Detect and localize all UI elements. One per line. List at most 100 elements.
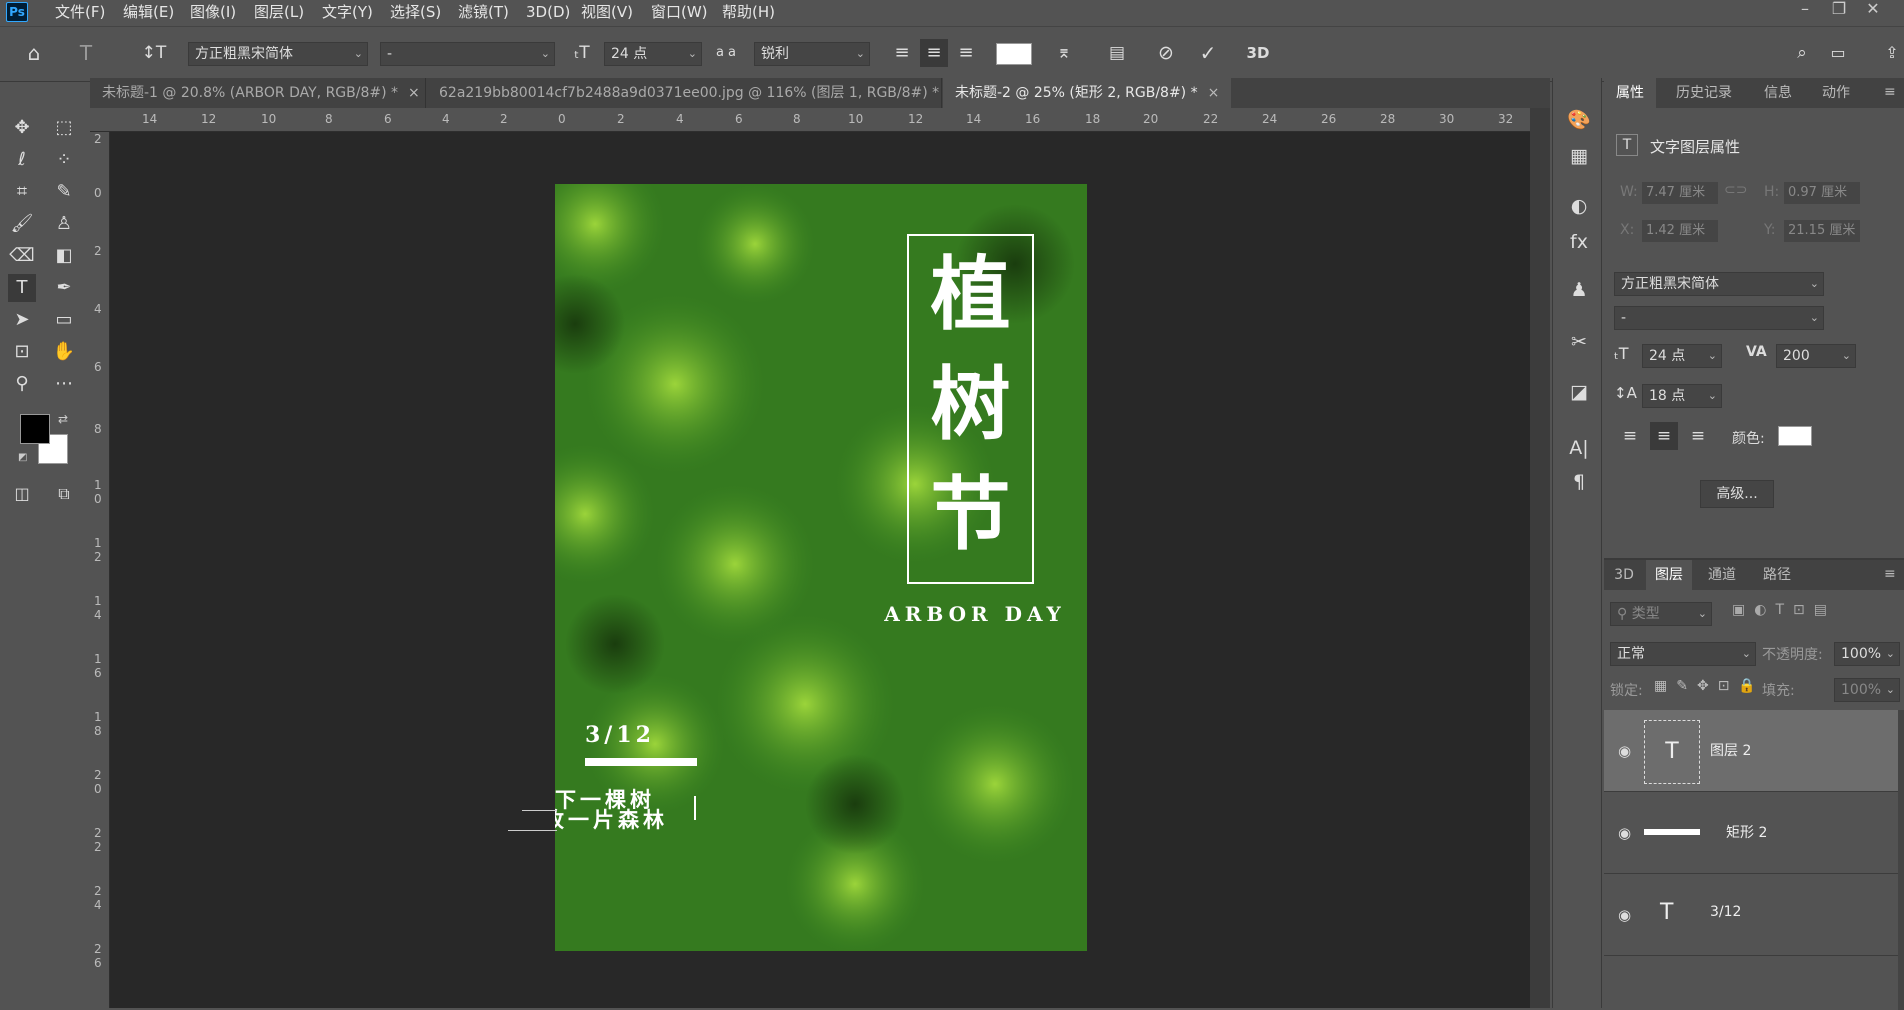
menu-window[interactable]: 窗口(W) [651,0,708,26]
menu-image[interactable]: 图像(I) [190,0,236,26]
lasso-tool-icon[interactable]: ℓ [8,146,36,174]
panel-menu-icon[interactable]: ≡ [1884,566,1896,582]
character-panel-icon[interactable]: ▤ [1103,39,1131,67]
h-field[interactable]: 0.97 厘米 [1784,182,1860,204]
home-icon[interactable]: ⌂ [20,39,48,67]
align-right-icon[interactable]: ≡ [1684,422,1712,450]
align-center-icon[interactable]: ≡ [1650,422,1678,450]
layer-name[interactable]: 矩形 2 [1726,822,1767,842]
tracking-dropdown[interactable]: 200 ⌄ [1776,344,1856,368]
layer-name[interactable]: 3/12 [1710,904,1741,920]
lock-icons[interactable]: ▦✎✥⊡🔒 [1654,678,1765,694]
styles-panel-icon[interactable]: fx [1565,228,1593,256]
clone-source-icon[interactable]: ♟ [1565,276,1593,304]
menu-filter[interactable]: 滤镜(T) [458,0,509,26]
panel-menu-icon[interactable]: ≡ [1884,84,1896,100]
path-select-tool-icon[interactable]: ➤ [8,306,36,334]
zoom-tool-icon[interactable]: ⚲ [8,370,36,398]
screen-mode-icon[interactable]: ⧉ [50,480,78,508]
paragraph-panel-icon[interactable]: ¶ [1565,468,1593,496]
link-icon[interactable]: ⊂⊃ [1724,182,1747,198]
menu-3d[interactable]: 3D(D) [526,0,570,26]
foreground-color-swatch[interactable] [20,414,50,444]
quick-select-tool-icon[interactable]: ⁘ [50,146,78,174]
tab-channels[interactable]: 通道 [1696,560,1748,590]
text-tool-preset-icon[interactable]: T [72,39,100,67]
text-orientation-icon[interactable]: ↕T [140,39,168,67]
menu-layer[interactable]: 图层(L) [254,0,304,26]
properties-size-dropdown[interactable]: 24 点 ⌄ [1642,344,1722,368]
hand-tool-icon[interactable]: ✋ [50,338,78,366]
stamp-tool-icon[interactable]: ♙ [50,210,78,238]
align-right-icon[interactable]: ≡ [952,39,980,67]
slogan-line-1[interactable]: 下一棵树 [555,790,655,811]
x-field[interactable]: 1.42 厘米 [1642,220,1718,242]
cancel-icon[interactable]: ⊘ [1152,39,1180,67]
tab-document-2[interactable]: 62a219bb80014cf7b2488a9d0371ee00.jpg @ 1… [427,78,942,108]
layer-row[interactable]: ◉ 矩形 2 [1604,792,1904,874]
menu-select[interactable]: 选择(S) [390,0,441,26]
3d-button[interactable]: 3D [1244,39,1272,67]
layers-scrollbar[interactable] [1898,710,1904,1010]
properties-font-style-dropdown[interactable]: - ⌄ [1614,306,1824,330]
font-size-dropdown[interactable]: 24 点 ⌄ [604,42,702,66]
font-style-dropdown[interactable]: - ⌄ [380,42,555,66]
layer-name[interactable]: 图层 2 [1710,740,1751,760]
pen-tool-icon[interactable]: ✒ [50,274,78,302]
font-family-dropdown[interactable]: 方正粗黑宋简体 ⌄ [188,42,368,66]
text-color-swatch[interactable] [1778,426,1812,446]
align-left-icon[interactable]: ≡ [1616,422,1644,450]
visibility-eye-icon[interactable]: ◉ [1618,824,1631,842]
tab-layers[interactable]: 图层 [1646,560,1692,590]
align-center-icon[interactable]: ≡ [920,39,948,67]
workspace-icon[interactable]: ▭ [1824,39,1852,67]
tab-actions[interactable]: 动作 [1810,78,1862,108]
libraries-icon[interactable]: ◪ [1565,378,1593,406]
date-text[interactable]: 3/12 [585,722,655,748]
commit-check-icon[interactable]: ✓ [1194,39,1222,67]
poster-document[interactable]: 植 树 节 ARBOR DAY 3/12 下一棵树 收一片森林 [555,184,1087,951]
close-tab-icon[interactable]: × [408,85,420,101]
share-icon[interactable]: ⇪ [1878,39,1904,67]
adjustments-panel-icon[interactable]: ◐ [1565,192,1593,220]
brush-tool-icon[interactable]: 🖌 [8,210,36,238]
tab-properties[interactable]: 属性 [1604,78,1656,108]
default-colors-icon[interactable]: ◩ [18,452,27,463]
artboard-tool-icon[interactable]: ⊡ [8,338,36,366]
type-tool-icon[interactable]: T [8,274,36,302]
visibility-eye-icon[interactable]: ◉ [1618,906,1631,924]
title-text[interactable]: 植 树 节 [907,239,1034,569]
tab-info[interactable]: 信息 [1752,78,1804,108]
slogan-line-2[interactable]: 收一片森林 [555,810,668,831]
menu-file[interactable]: 文件(F) [55,0,105,26]
fill-field[interactable]: 100% ⌄ [1834,678,1900,702]
minimize-icon[interactable]: – [1790,0,1820,20]
arbor-day-text[interactable]: ARBOR DAY [875,602,1075,626]
advanced-button[interactable]: 高级... [1700,480,1774,508]
leading-dropdown[interactable]: 18 点 ⌄ [1642,384,1722,408]
eyedropper-tool-icon[interactable]: ✎ [50,178,78,206]
swap-colors-icon[interactable]: ⇄ [58,412,68,426]
marquee-tool-icon[interactable]: ⬚ [50,114,78,142]
more-tools-icon[interactable]: ⋯ [50,370,78,398]
vertical-scrollbar[interactable] [1530,108,1550,1008]
crop-tool-icon[interactable]: ⌗ [8,178,36,206]
properties-font-family-dropdown[interactable]: 方正粗黑宋简体 ⌄ [1614,272,1824,296]
rectangle-tool-icon[interactable]: ▭ [50,306,78,334]
eraser-tool-icon[interactable]: ⌫ [8,242,36,270]
tab-document-1[interactable]: 未标题-1 @ 20.8% (ARBOR DAY, RGB/8#) * × [90,78,426,108]
character-panel-icon[interactable]: A| [1565,434,1593,462]
search-icon[interactable]: ⌕ [1788,39,1816,67]
menu-help[interactable]: 帮助(H) [722,0,775,26]
antialias-dropdown[interactable]: 锐利 ⌄ [754,42,870,66]
close-icon[interactable]: ✕ [1858,0,1888,20]
opacity-field[interactable]: 100% ⌄ [1834,642,1900,666]
y-field[interactable]: 21.15 厘米 [1784,220,1860,242]
gradient-tool-icon[interactable]: ◧ [50,242,78,270]
layer-filter-icons[interactable]: ▣◐T⊡▤ [1732,602,1836,618]
quick-mask-icon[interactable]: ◫ [8,480,36,508]
layer-filter-dropdown[interactable]: ⚲ 类型 ⌄ [1610,602,1712,626]
tab-paths[interactable]: 路径 [1752,560,1802,590]
align-left-icon[interactable]: ≡ [888,39,916,67]
layer-row[interactable]: ◉ T 3/12 [1604,874,1904,956]
